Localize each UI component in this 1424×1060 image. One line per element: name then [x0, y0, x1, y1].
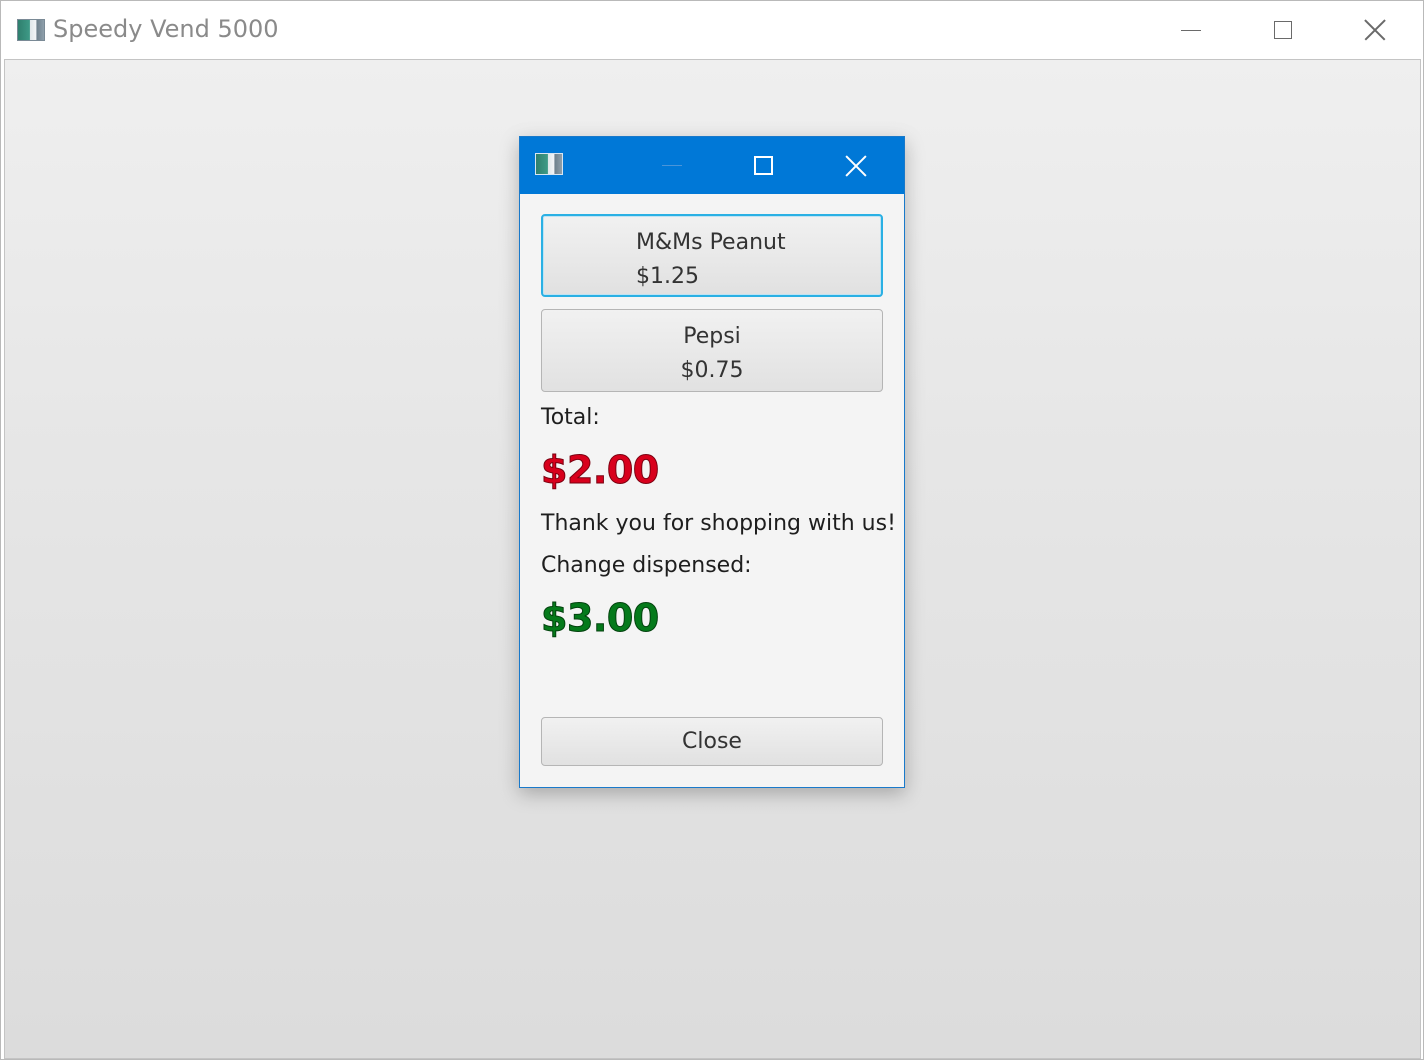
minimize-icon: [1181, 29, 1201, 31]
change-amount: $3.00: [541, 596, 660, 641]
dialog-minimize-button: [632, 137, 712, 194]
total-label: Total:: [541, 405, 600, 430]
dialog-titlebar[interactable]: [520, 137, 904, 194]
product-button-mms-peanut[interactable]: M&Ms Peanut $1.25: [541, 214, 883, 297]
close-dialog-button[interactable]: Close: [541, 717, 883, 766]
receipt-dialog: M&Ms Peanut $1.25 Pepsi $0.75 Total: $2.…: [519, 136, 905, 788]
total-amount: $2.00: [541, 448, 660, 493]
close-icon: [1364, 19, 1386, 41]
thank-you-message: Thank you for shopping with us!: [541, 511, 896, 536]
application-icon[interactable]: [17, 19, 45, 41]
product-price: $1.25: [636, 264, 699, 289]
close-button[interactable]: [1329, 1, 1421, 59]
application-icon[interactable]: [535, 153, 563, 175]
maximize-button[interactable]: [1237, 1, 1329, 59]
change-label: Change dispensed:: [541, 553, 752, 578]
product-price: $0.75: [680, 358, 744, 383]
minimize-button[interactable]: [1145, 1, 1237, 59]
close-icon: [845, 155, 867, 177]
product-button-pepsi[interactable]: Pepsi $0.75: [541, 309, 883, 392]
dialog-close-button[interactable]: [816, 137, 896, 194]
maximize-icon: [753, 156, 773, 175]
dialog-maximize-button[interactable]: [723, 137, 803, 194]
product-name: M&Ms Peanut: [636, 230, 786, 255]
minimize-icon: [662, 165, 682, 166]
window-title: Speedy Vend 5000: [53, 15, 279, 43]
maximize-icon: [1274, 21, 1292, 39]
main-titlebar[interactable]: Speedy Vend 5000: [1, 1, 1423, 59]
product-name: Pepsi: [683, 324, 741, 349]
